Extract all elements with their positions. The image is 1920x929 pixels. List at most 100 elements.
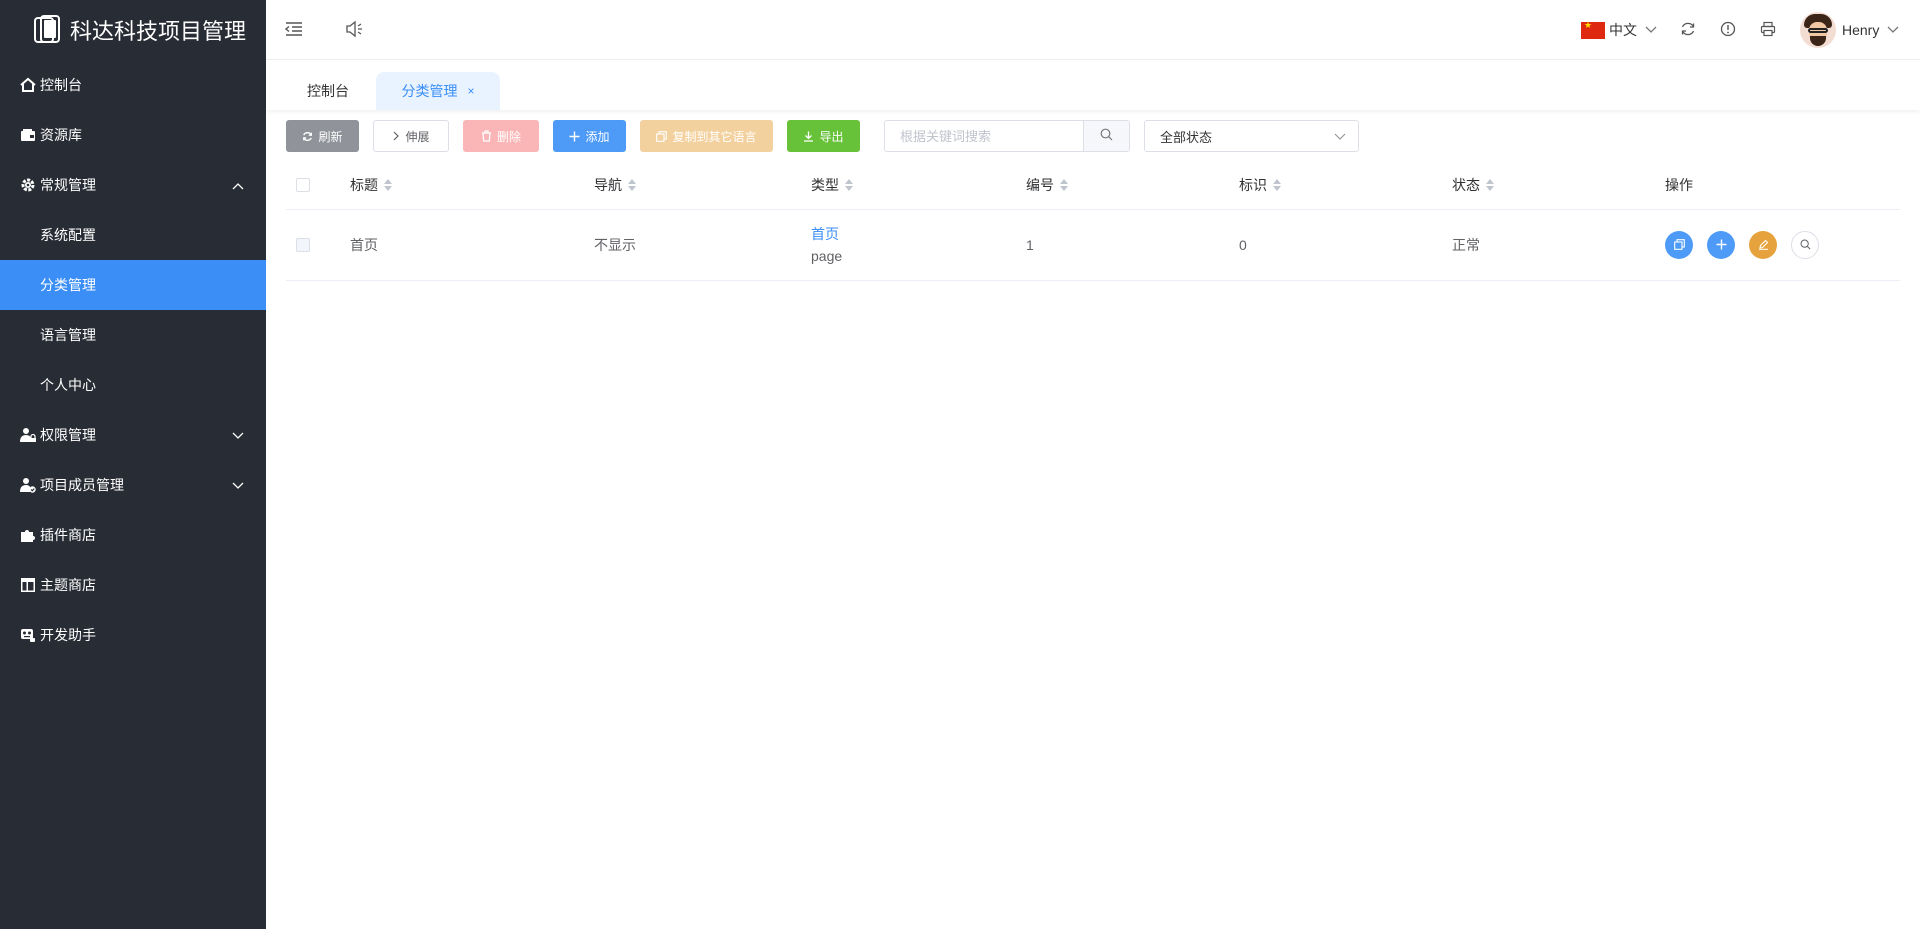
sort-icon[interactable] xyxy=(1060,179,1068,191)
add-button[interactable]: 添加 xyxy=(553,120,626,152)
view-row-button[interactable] xyxy=(1791,231,1819,259)
copy-row-button[interactable] xyxy=(1665,231,1693,259)
sidebar-item-general[interactable]: 常规管理 xyxy=(0,160,266,210)
sort-icon[interactable] xyxy=(384,179,392,191)
select-all-checkbox[interactable] xyxy=(296,178,310,192)
user-lock-icon xyxy=(18,427,38,443)
sort-icon[interactable] xyxy=(628,179,636,191)
home-icon xyxy=(18,77,38,93)
column-header-label: 标识 xyxy=(1239,177,1267,193)
export-label: 导出 xyxy=(819,129,844,144)
sidebar-item-plugin-store[interactable]: 插件商店 xyxy=(0,510,266,560)
download-icon xyxy=(803,131,814,142)
search-input[interactable] xyxy=(885,121,1083,151)
tab-label: 控制台 xyxy=(307,83,349,99)
sort-icon[interactable] xyxy=(1486,179,1494,191)
sidebar-item-label: 系统配置 xyxy=(40,227,96,243)
add-child-button[interactable] xyxy=(1707,231,1735,259)
column-header-label: 编号 xyxy=(1026,177,1054,193)
copy-to-language-button[interactable]: 复制到其它语言 xyxy=(640,120,773,152)
cell-actions xyxy=(1665,210,1833,280)
print-button[interactable] xyxy=(1756,18,1780,42)
refresh-label: 刷新 xyxy=(318,129,343,144)
column-header-nav[interactable]: 导航 xyxy=(594,160,636,210)
search-button[interactable] xyxy=(1083,121,1129,151)
avatar xyxy=(1800,12,1836,48)
sidebar-item-permissions[interactable]: 权限管理 xyxy=(0,410,266,460)
column-header-label: 操作 xyxy=(1665,177,1693,193)
chevron-down-icon xyxy=(232,427,244,443)
info-button[interactable] xyxy=(1716,18,1740,42)
expand-button[interactable]: 伸展 xyxy=(373,120,449,152)
notification-button[interactable] xyxy=(342,18,366,42)
username: Henry xyxy=(1842,22,1880,38)
cell-title: 首页 xyxy=(350,237,378,253)
sidebar-item-label: 项目成员管理 xyxy=(40,477,124,493)
info-icon xyxy=(1720,21,1736,40)
add-label: 添加 xyxy=(585,129,610,144)
copy-icon xyxy=(656,130,668,142)
column-header-title[interactable]: 标题 xyxy=(350,160,392,210)
row-select-cell xyxy=(296,210,310,280)
robot-icon xyxy=(18,627,38,643)
pencil-icon xyxy=(1758,237,1769,253)
tabs-bar: 控制台 分类管理 × xyxy=(266,60,1920,110)
sidebar: 科达科技项目管理 控制台 资源库 常规管理 系统配置 分类管理 语言管理 个人中… xyxy=(0,0,266,929)
table-header: 标题 导航 类型 编号 标识 状态 操作 xyxy=(286,160,1900,210)
sidebar-item-members[interactable]: 项目成员管理 xyxy=(0,460,266,510)
export-button[interactable]: 导出 xyxy=(787,120,860,152)
table-row: 首页 不显示 首页 page 1 0 正常 xyxy=(286,210,1900,281)
user-check-icon xyxy=(18,477,38,493)
puzzle-icon xyxy=(18,527,38,543)
sidebar-item-label: 资源库 xyxy=(40,127,82,143)
sidebar-item-label: 常规管理 xyxy=(40,177,96,193)
user-menu[interactable]: Henry xyxy=(1800,12,1899,48)
sidebar-item-label: 开发助手 xyxy=(40,627,96,643)
search-icon xyxy=(1100,128,1113,144)
sort-icon[interactable] xyxy=(845,179,853,191)
trash-icon xyxy=(481,130,492,142)
app-logo[interactable]: 科达科技项目管理 xyxy=(0,0,266,60)
sort-icon[interactable] xyxy=(1273,179,1281,191)
tab-label: 分类管理 xyxy=(401,83,458,99)
printer-icon xyxy=(1760,21,1776,40)
row-checkbox[interactable] xyxy=(296,238,310,252)
column-header-number[interactable]: 编号 xyxy=(1026,160,1068,210)
column-header-label: 类型 xyxy=(811,177,839,193)
refresh-button[interactable]: 刷新 xyxy=(286,120,359,152)
tab-dashboard[interactable]: 控制台 xyxy=(288,72,368,110)
chevron-down-icon xyxy=(1887,26,1899,34)
sidebar-item-language[interactable]: 语言管理 xyxy=(0,310,266,360)
column-header-type[interactable]: 类型 xyxy=(811,160,853,210)
china-flag-icon xyxy=(1581,20,1605,39)
tab-category[interactable]: 分类管理 × xyxy=(376,72,500,110)
sidebar-item-dashboard[interactable]: 控制台 xyxy=(0,60,266,110)
sidebar-item-theme-store[interactable]: 主题商店 xyxy=(0,560,266,610)
cell-number: 1 xyxy=(1026,237,1034,253)
sidebar-item-label: 语言管理 xyxy=(40,327,96,343)
menu-collapse-button[interactable] xyxy=(282,18,306,42)
sidebar-item-label: 主题商店 xyxy=(40,577,96,593)
sidebar-item-resources[interactable]: 资源库 xyxy=(0,110,266,160)
close-icon[interactable]: × xyxy=(467,84,474,98)
column-header-status[interactable]: 状态 xyxy=(1452,160,1494,210)
cell-nav: 不显示 xyxy=(594,237,636,253)
indent-icon xyxy=(284,21,303,40)
delete-button[interactable]: 删除 xyxy=(463,120,539,152)
language-switcher[interactable]: 中文 xyxy=(1581,18,1657,42)
sidebar-item-label: 插件商店 xyxy=(40,527,96,543)
edit-row-button[interactable] xyxy=(1749,231,1777,259)
column-header-identifier[interactable]: 标识 xyxy=(1239,160,1281,210)
cell-identifier: 0 xyxy=(1239,237,1247,253)
type-link[interactable]: 首页 xyxy=(811,223,839,245)
sidebar-item-dev-assistant[interactable]: 开发助手 xyxy=(0,610,266,660)
copy-to-language-label: 复制到其它语言 xyxy=(672,129,757,144)
language-label: 中文 xyxy=(1609,22,1637,38)
sidebar-item-label: 控制台 xyxy=(40,77,82,93)
sidebar-item-profile[interactable]: 个人中心 xyxy=(0,360,266,410)
refresh-cache-button[interactable] xyxy=(1676,18,1700,42)
cell-status: 正常 xyxy=(1452,237,1480,253)
sidebar-item-category[interactable]: 分类管理 xyxy=(0,260,266,310)
status-select[interactable]: 全部状态 xyxy=(1144,120,1359,152)
sidebar-item-system-config[interactable]: 系统配置 xyxy=(0,210,266,260)
